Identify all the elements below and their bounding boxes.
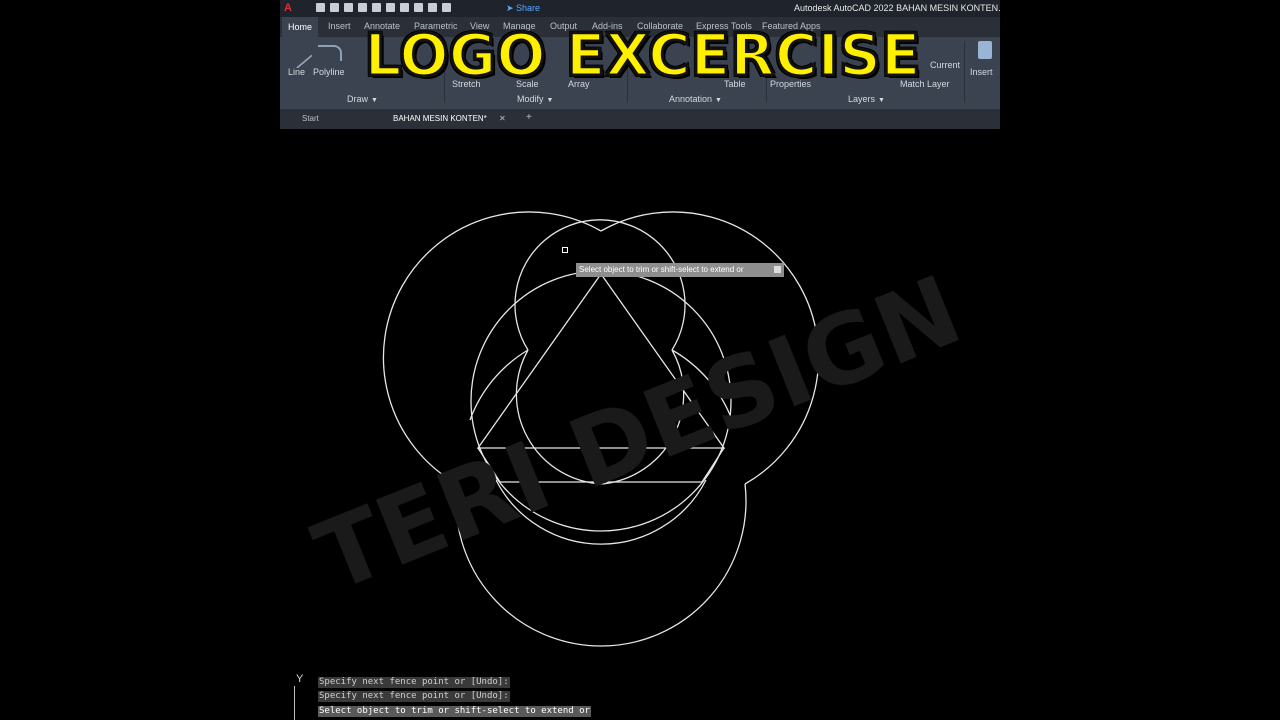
logo-excercise-banner: LOGO EXCERCISE (363, 21, 922, 90)
ucs-y-axis-label: Y (296, 673, 304, 685)
ucs-y-axis-icon (294, 686, 295, 720)
command-history-line: Specify next fence point or [Undo]: (318, 691, 510, 702)
tooltip-options-icon[interactable] (774, 266, 781, 273)
dynamic-input-tooltip: Select object to trim or shift-select to… (576, 263, 784, 277)
command-history-line: Specify next fence point or [Undo]: (318, 677, 510, 688)
drawing-geometry (382, 211, 820, 647)
command-prompt[interactable]: Select object to trim or shift-select to… (318, 706, 591, 717)
inner-arc-bottom-left[interactable] (469, 349, 529, 421)
tooltip-text: Select object to trim or shift-select to… (579, 265, 744, 274)
pickbox-cursor (562, 247, 568, 253)
